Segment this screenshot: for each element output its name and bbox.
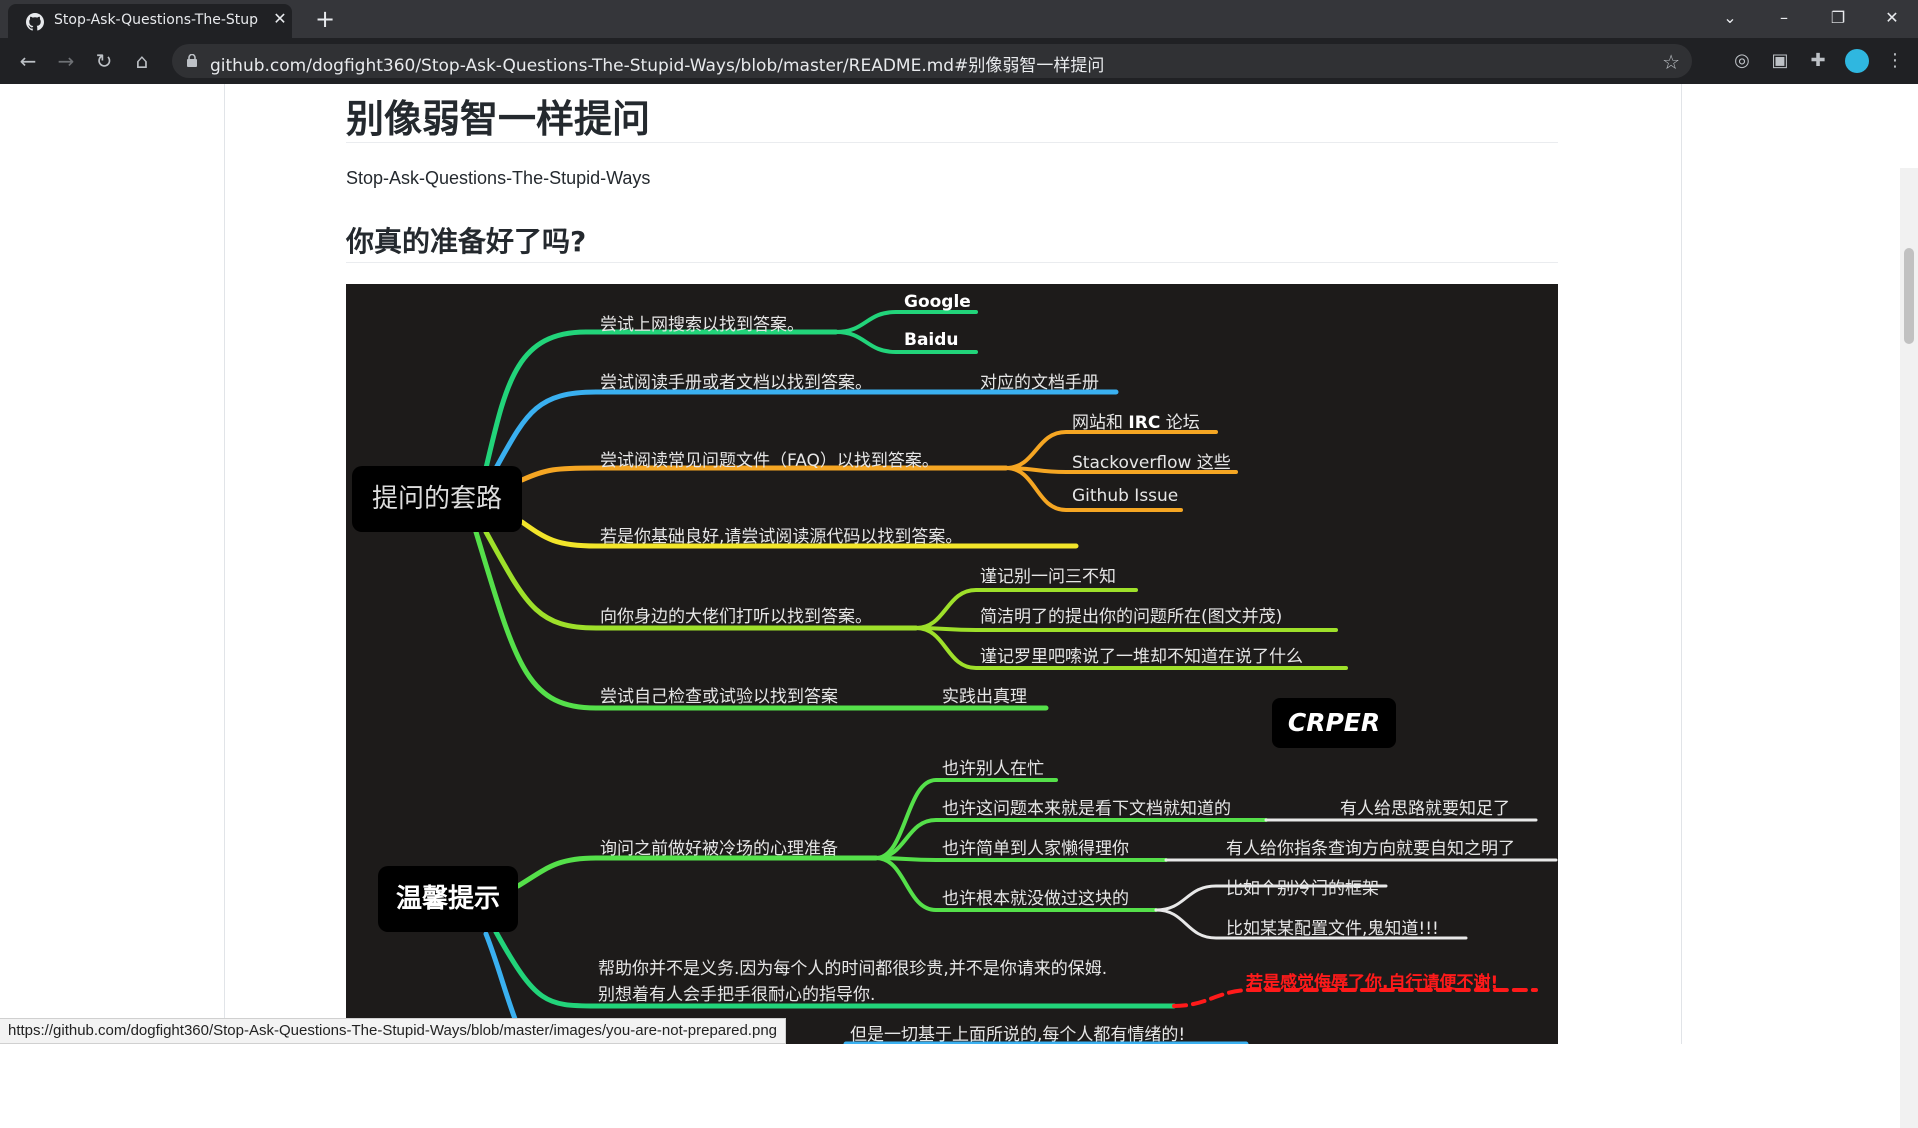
node-offended-note: 若是感觉侮辱了你,自行请便不谢!	[1246, 973, 1499, 993]
repo-subtitle: Stop-Ask-Questions-The-Stupid-Ways	[346, 168, 651, 188]
node-baidu: Baidu	[904, 330, 959, 350]
node-emotions: 但是一切基于上面所说的,每个人都有情绪的!	[850, 1025, 1186, 1044]
profile-avatar[interactable]	[1845, 49, 1869, 73]
node-practice: 实践出真理	[942, 687, 1027, 707]
close-tab-icon[interactable]: ✕	[270, 9, 290, 29]
back-icon[interactable]: ←	[14, 47, 42, 75]
node-never-done: 也许根本就没做过这块的	[942, 889, 1129, 909]
node-concise: 简洁明了的提出你的问题所在(图文并茂)	[980, 607, 1283, 627]
node-cold-reception: 询问之前做好被冷场的心理准备	[600, 839, 838, 859]
node-busy: 也许别人在忙	[942, 759, 1044, 779]
node-be-content: 有人给思路就要知足了	[1340, 799, 1510, 819]
page-scrollbar[interactable]	[1900, 168, 1918, 1128]
scrollbar-thumb[interactable]	[1904, 248, 1914, 344]
page-title: 别像弱智一样提问	[346, 97, 651, 141]
menu-kebab-icon[interactable]: ⋮	[1882, 48, 1908, 74]
node-self-test: 尝试自己检查或试验以找到答案	[600, 687, 838, 707]
node-stackoverflow: Stackoverflow 这些	[1072, 453, 1231, 473]
section-heading: 你真的准备好了吗?	[346, 225, 587, 258]
extensions-puzzle-icon[interactable]: ✚	[1805, 48, 1831, 74]
node-not-obligation: 帮助你并不是义务.因为每个人的时间都很珍贵,并不是你请来的保姆.	[598, 959, 1108, 979]
page-viewport: 别像弱智一样提问 Stop-Ask-Questions-The-Stupid-W…	[0, 84, 1918, 1128]
node-no-handholding: 别想着有人会手把手很耐心的指导你.	[598, 985, 876, 1005]
forward-icon[interactable]: →	[52, 47, 80, 75]
minimize-icon[interactable]: –	[1764, 4, 1804, 32]
mindmap-root-question-routine: 提问的套路	[352, 466, 522, 532]
node-read-docs: 尝试阅读手册或者文档以找到答案。	[600, 373, 872, 393]
home-icon[interactable]: ⌂	[128, 47, 156, 75]
node-ask-experts: 向你身边的大佬们打听以找到答案。	[600, 607, 872, 627]
url-text: github.com/dogfight360/Stop-Ask-Question…	[210, 56, 1105, 76]
close-window-icon[interactable]: ✕	[1872, 4, 1912, 32]
crper-logo: CRPER	[1272, 698, 1396, 748]
node-read-faq: 尝试阅读常见问题文件（FAQ）以找到答案。	[600, 451, 939, 471]
node-no-rambling: 谨记罗里吧嗦说了一堆却不知道在说了什么	[980, 647, 1303, 667]
node-search-web: 尝试上网搜索以找到答案。	[600, 315, 804, 335]
status-bar-url: https://github.com/dogfight360/Stop-Ask-…	[0, 1018, 786, 1044]
node-google: Google	[904, 292, 971, 312]
node-github-issue: Github Issue	[1072, 486, 1179, 506]
tab-search-icon[interactable]: ⌄	[1710, 4, 1750, 32]
reload-icon[interactable]: ↻	[90, 47, 118, 75]
tab-title: Stop-Ask-Questions-The-Stup	[54, 12, 259, 28]
node-niche-framework: 比如个别冷门的框架	[1226, 879, 1379, 899]
node-doc-manual: 对应的文档手册	[980, 373, 1099, 393]
node-self-aware: 有人给你指条查询方向就要自知之明了	[1226, 839, 1515, 859]
lock-icon	[187, 54, 197, 67]
address-bar[interactable]: github.com/dogfight360/Stop-Ask-Question…	[172, 44, 1692, 78]
github-icon	[26, 13, 44, 31]
divider	[346, 142, 1558, 143]
node-irc-forum: 网站和 IRC 论坛	[1072, 413, 1200, 433]
mindmap-image[interactable]: 提问的套路 温馨提示 Google Baidu 尝试上网搜索以找到答案。 尝试阅…	[346, 284, 1558, 1044]
node-know-answer: 谨记别一问三不知	[980, 567, 1116, 587]
node-too-simple: 也许简单到人家懒得理你	[942, 839, 1129, 859]
restore-icon[interactable]: ❐	[1818, 4, 1858, 32]
divider	[346, 262, 1558, 263]
new-tab-icon[interactable]: +	[312, 6, 338, 32]
bookmark-star-icon[interactable]: ☆	[1662, 50, 1680, 74]
node-read-source: 若是你基础良好,请尝试阅读源代码以找到答案。	[600, 527, 963, 547]
browser-toolbar: ← → ↻ ⌂ github.com/dogfight360/Stop-Ask-…	[0, 38, 1918, 84]
node-config-file: 比如某某配置文件,鬼知道!!!	[1226, 919, 1439, 939]
extension-compass-icon[interactable]: ◎	[1729, 48, 1755, 74]
extension-reader-icon[interactable]: ▣	[1767, 48, 1793, 74]
tab-strip: Stop-Ask-Questions-The-Stup ✕ + ⌄ – ❐ ✕	[0, 0, 1918, 38]
tab-active[interactable]: Stop-Ask-Questions-The-Stup ✕	[8, 4, 292, 38]
node-check-docs: 也许这问题本来就是看下文档就知道的	[942, 799, 1231, 819]
mindmap-root-tips: 温馨提示	[378, 866, 518, 932]
